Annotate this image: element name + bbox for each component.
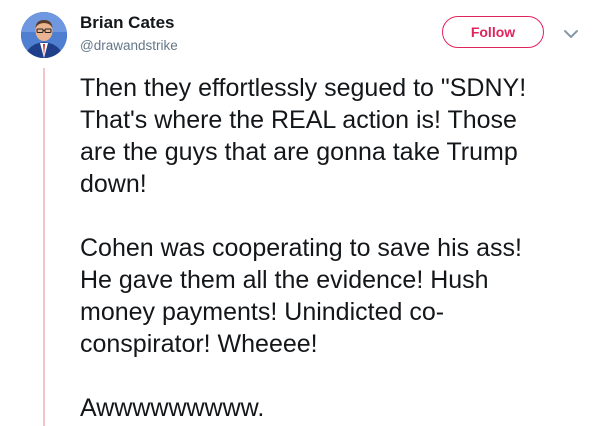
tweet-line: Cohen was cooperating to save his ass! bbox=[80, 234, 522, 262]
handle[interactable]: @drawandstrike bbox=[80, 38, 178, 53]
avatar-image bbox=[21, 12, 67, 58]
tweet-line: down! bbox=[80, 170, 147, 198]
tweet-line: money payments! Unindicted co- bbox=[80, 298, 445, 326]
chevron-down-icon[interactable] bbox=[563, 27, 579, 39]
tweet-line: Then they effortlessly segued to "SDNY! bbox=[80, 74, 527, 102]
display-name[interactable]: Brian Cates bbox=[80, 13, 174, 33]
avatar[interactable] bbox=[21, 12, 67, 58]
tweet-line: Awwwwwwwww. bbox=[80, 394, 265, 422]
tweet-line: That's where the REAL action is! Those bbox=[80, 106, 517, 134]
follow-button[interactable]: Follow bbox=[442, 16, 544, 48]
tweet-line: conspirator! Wheeee! bbox=[80, 330, 318, 358]
tweet-text: Then they effortlessly segued to "SDNY! … bbox=[80, 72, 580, 424]
tweet-line: are the guys that are gonna take Trump bbox=[80, 138, 518, 166]
tweet-line: He gave them all the evidence! Hush bbox=[80, 266, 489, 294]
thread-line bbox=[43, 68, 45, 426]
